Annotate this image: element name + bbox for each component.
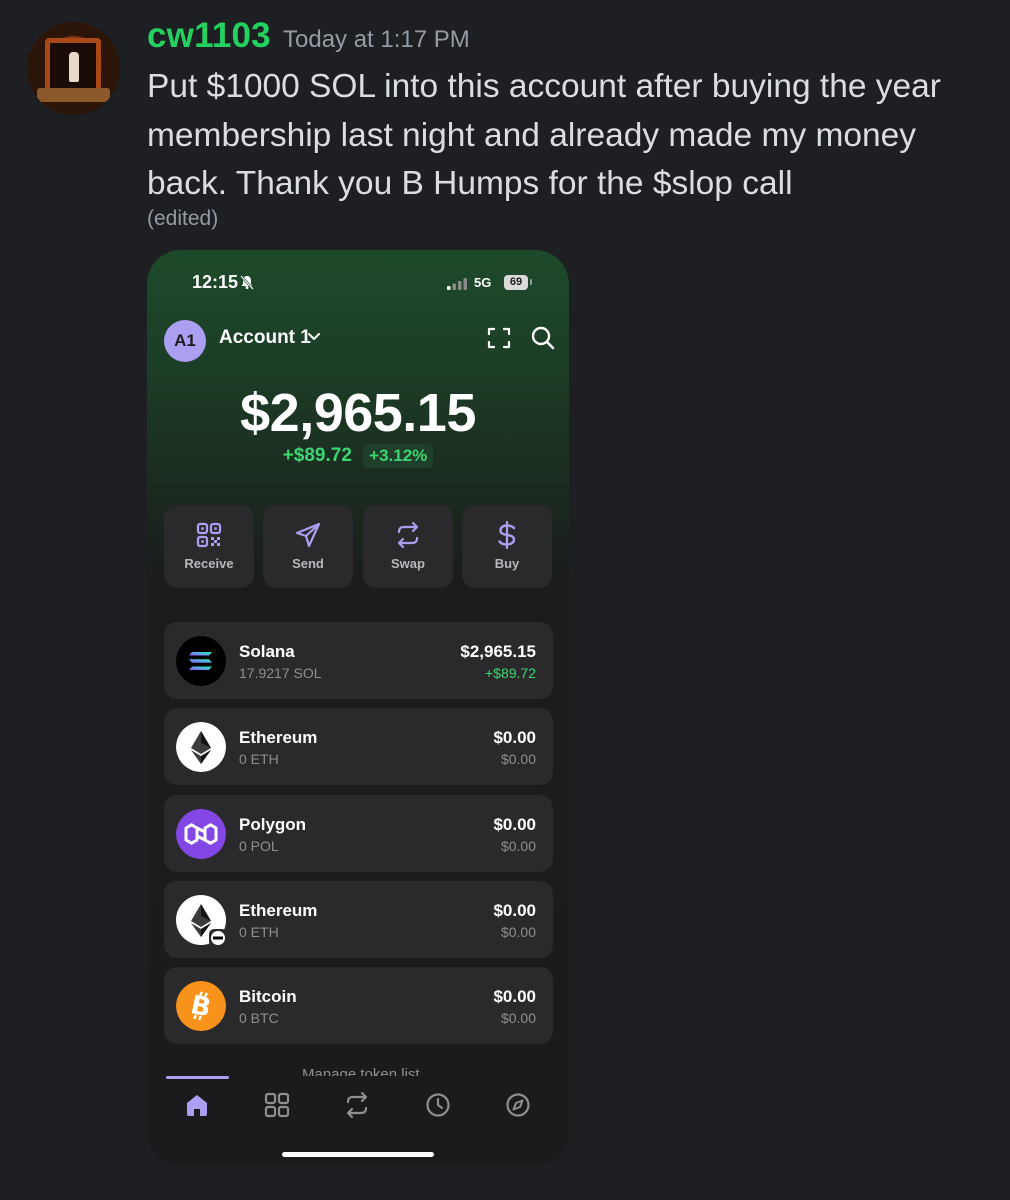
signal-icon: [447, 278, 467, 290]
token-amount: 0 POL: [239, 838, 279, 854]
token-value: $0.00: [493, 901, 536, 920]
token-change: +$89.72: [485, 665, 536, 681]
token-row-bitcoin[interactable]: B Bitcoin 0 BTC $0.00 $0.00: [164, 967, 553, 1044]
action-buttons: Receive Send Swap Buy: [164, 505, 553, 588]
token-row-solana[interactable]: Solana 17.9217 SOL $2,965.15 +$89.72: [164, 622, 553, 699]
token-change: $0.00: [500, 838, 536, 854]
token-amount: 17.9217 SOL: [239, 665, 322, 681]
search-icon[interactable]: [530, 325, 556, 351]
account-name[interactable]: Account 1: [219, 327, 311, 349]
token-amount: 0 BTC: [239, 1010, 279, 1026]
change-percent: +3.12%: [363, 444, 434, 468]
receive-button[interactable]: Receive: [164, 505, 254, 588]
user-avatar[interactable]: [27, 22, 120, 115]
active-tab-indicator: [166, 1076, 229, 1079]
balance-change: +$89.72 +3.12%: [147, 444, 569, 468]
ethereum-icon: [176, 722, 226, 772]
ethereum-base-icon: [176, 895, 227, 947]
token-row-polygon[interactable]: Polygon 0 POL $0.00 $0.00: [164, 795, 553, 872]
token-name: Ethereum: [239, 728, 318, 747]
token-value: $2,965.15: [460, 642, 536, 661]
buy-button[interactable]: Buy: [462, 505, 552, 588]
send-label: Send: [292, 556, 324, 571]
home-icon[interactable]: [183, 1091, 211, 1119]
message-timestamp: Today at 1:17 PM: [283, 26, 470, 53]
account-avatar[interactable]: A1: [164, 320, 206, 362]
polygon-icon: [176, 809, 226, 859]
edited-label: (edited): [147, 207, 219, 230]
message-text: Put $1000 SOL into this account after bu…: [147, 68, 941, 202]
token-row-ethereum[interactable]: Ethereum 0 ETH $0.00 $0.00: [164, 708, 553, 785]
token-change: $0.00: [500, 924, 536, 940]
token-value: $0.00: [493, 728, 536, 747]
collectibles-grid-icon[interactable]: [263, 1091, 291, 1119]
qr-code-icon: [196, 522, 222, 548]
scan-icon[interactable]: [487, 326, 511, 350]
send-icon: [295, 522, 321, 548]
token-amount: 0 ETH: [239, 924, 279, 940]
send-button[interactable]: Send: [263, 505, 353, 588]
activity-clock-icon[interactable]: [424, 1091, 452, 1119]
bell-off-icon: [240, 275, 254, 290]
token-name: Polygon: [239, 815, 307, 834]
home-indicator-bar: [282, 1152, 434, 1157]
status-time: 12:15: [192, 272, 239, 292]
token-name: Solana: [239, 642, 295, 661]
token-name: Bitcoin: [239, 987, 297, 1006]
solana-icon: [176, 636, 226, 686]
buy-label: Buy: [494, 556, 520, 571]
token-change: $0.00: [500, 751, 536, 767]
token-value: $0.00: [493, 815, 536, 834]
total-balance: $2,965.15: [240, 383, 476, 443]
battery-indicator: 69: [504, 275, 528, 290]
token-value: $0.00: [493, 987, 536, 1006]
dollar-icon: [498, 520, 516, 550]
token-row-ethereum-base[interactable]: Ethereum 0 ETH $0.00 $0.00: [164, 881, 553, 958]
chevron-down-icon[interactable]: [307, 332, 321, 342]
change-amount: +$89.72: [282, 445, 352, 466]
swap-button[interactable]: Swap: [363, 505, 453, 588]
username[interactable]: cw1103: [147, 16, 271, 56]
explore-compass-icon[interactable]: [504, 1091, 532, 1119]
swap-tab-icon[interactable]: [343, 1091, 371, 1119]
swap-label: Swap: [391, 556, 425, 571]
token-amount: 0 ETH: [239, 751, 279, 767]
wallet-screenshot[interactable]: 12:15 5G 69 A1 Account 1 $2,965.15 +$89.…: [147, 250, 569, 1165]
swap-icon: [397, 521, 419, 549]
network-type: 5G: [474, 275, 492, 290]
token-name: Ethereum: [239, 901, 318, 920]
bitcoin-icon: B: [176, 981, 226, 1031]
token-change: $0.00: [500, 1010, 536, 1026]
receive-label: Receive: [184, 556, 234, 571]
